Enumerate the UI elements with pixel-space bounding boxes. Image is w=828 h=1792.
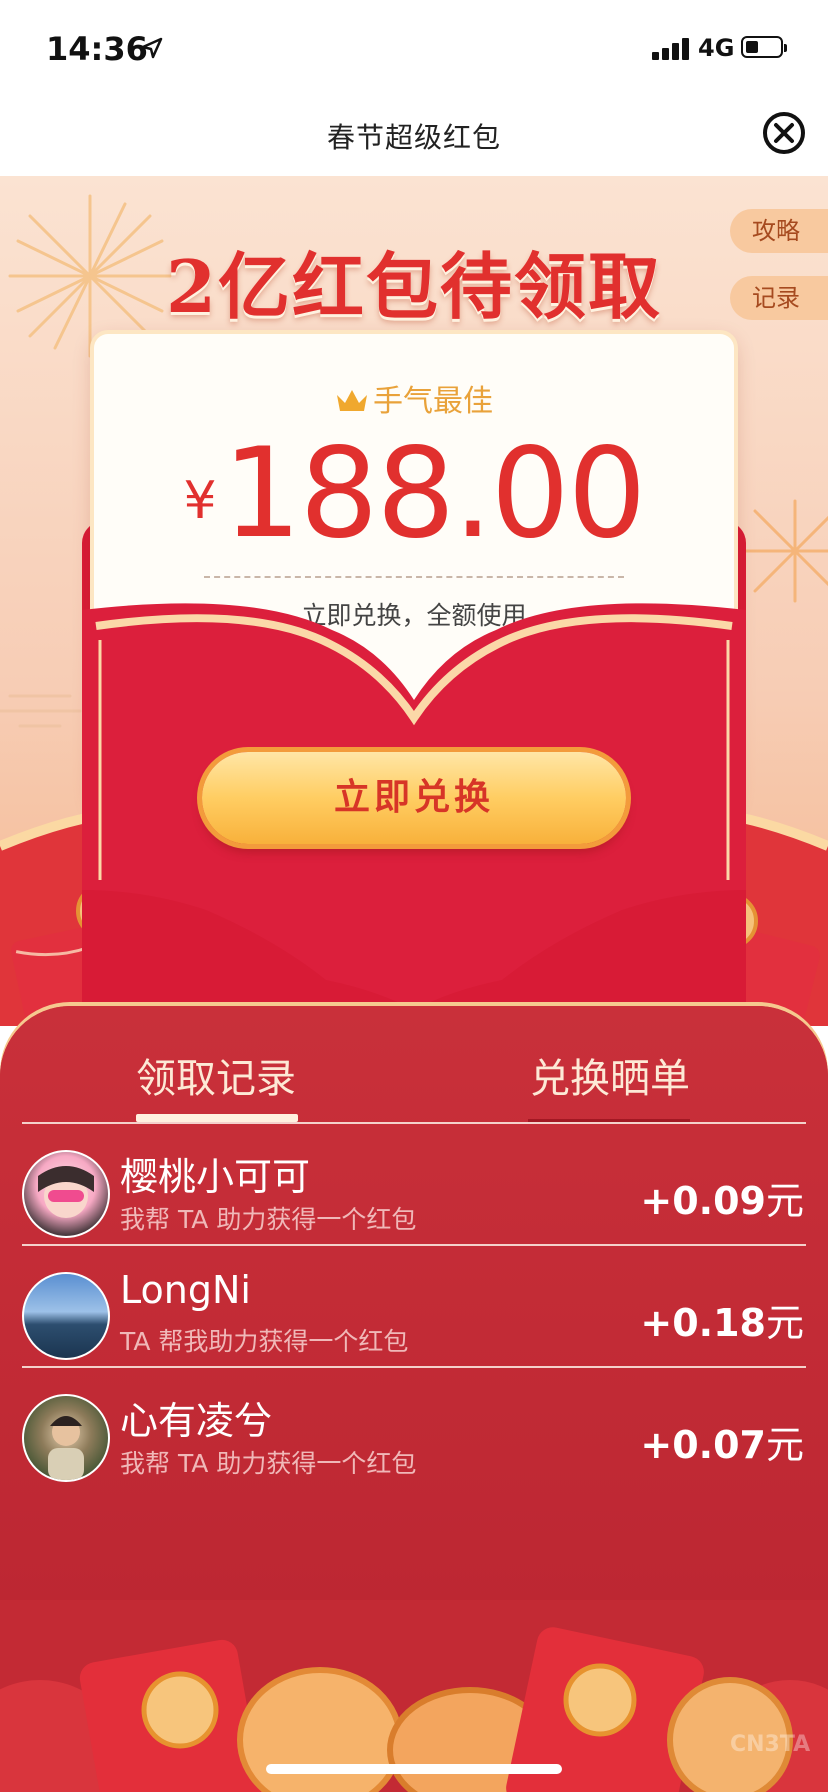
reward-value: +0.18 bbox=[640, 1301, 766, 1345]
firework-decoration-icon bbox=[743, 499, 828, 603]
close-button[interactable] bbox=[763, 112, 805, 154]
close-icon bbox=[774, 123, 794, 143]
reward-unit: 元 bbox=[765, 1423, 804, 1467]
list-item[interactable]: 樱桃小可可 我帮 TA 助力获得一个红包 +0.09元 bbox=[0, 1136, 828, 1256]
divider bbox=[22, 1122, 806, 1124]
cloud-decoration-icon bbox=[0, 694, 82, 728]
amount-value: 188.00 bbox=[222, 422, 647, 566]
location-arrow-icon bbox=[141, 37, 163, 59]
headline: 2亿红包待领取 bbox=[165, 244, 663, 329]
divider bbox=[22, 1244, 806, 1246]
watermark-logo: CN3TA bbox=[730, 1732, 811, 1757]
user-name: 心有凌兮 bbox=[120, 1399, 273, 1443]
signal-icon bbox=[652, 38, 692, 60]
tab-exchange-showcase[interactable]: 兑换晒单 bbox=[530, 1046, 690, 1104]
status-time: 14:36 bbox=[46, 30, 148, 68]
reward-unit: 元 bbox=[765, 1301, 804, 1345]
records-tab[interactable]: 记录 bbox=[730, 276, 828, 320]
reward-amount: +0.07元 bbox=[640, 1414, 804, 1469]
avatar bbox=[22, 1150, 110, 1238]
list-item[interactable]: LongNi TA 帮我助力获得一个红包 +0.18元 bbox=[0, 1258, 828, 1378]
best-luck-badge: 手气最佳 bbox=[94, 376, 734, 420]
nav-bar: 春节超级红包 bbox=[0, 96, 828, 176]
network-type: 4G bbox=[698, 34, 735, 62]
best-luck-label: 手气最佳 bbox=[373, 384, 493, 419]
user-name: 樱桃小可可 bbox=[120, 1155, 311, 1199]
divider bbox=[22, 1366, 806, 1368]
reward-value: +0.09 bbox=[640, 1179, 766, 1223]
currency-symbol: ¥ bbox=[183, 471, 217, 531]
tab-claim-records[interactable]: 领取记录 bbox=[136, 1046, 296, 1104]
record-description: 我帮 TA 助力获得一个红包 bbox=[120, 1205, 417, 1234]
reward-amount: +0.18元 bbox=[640, 1292, 804, 1347]
record-description: 我帮 TA 助力获得一个红包 bbox=[120, 1449, 417, 1478]
user-name: LongNi bbox=[120, 1268, 251, 1312]
page-title: 春节超级红包 bbox=[326, 121, 501, 154]
dashed-divider bbox=[204, 576, 624, 578]
reward-amount: +0.09元 bbox=[640, 1170, 804, 1225]
active-tab-indicator bbox=[136, 1114, 298, 1122]
strategy-tab[interactable]: 攻略 bbox=[730, 209, 828, 253]
prize-amount: ¥188.00 bbox=[94, 422, 734, 566]
battery-icon bbox=[741, 36, 787, 58]
avatar bbox=[22, 1272, 110, 1360]
avatar-image bbox=[48, 1416, 84, 1480]
avatar-image bbox=[38, 1166, 94, 1218]
list-item[interactable]: 心有凌兮 我帮 TA 助力获得一个红包 +0.07元 bbox=[0, 1380, 828, 1500]
reward-value: +0.07 bbox=[640, 1423, 766, 1467]
status-bar: 14:36 4G bbox=[0, 0, 828, 96]
reward-unit: 元 bbox=[765, 1179, 804, 1223]
avatar bbox=[22, 1394, 110, 1482]
home-indicator[interactable] bbox=[266, 1764, 562, 1774]
crown-icon bbox=[337, 390, 367, 411]
record-description: TA 帮我助力获得一个红包 bbox=[120, 1327, 409, 1356]
redeem-now-button[interactable]: 立即兑换 bbox=[202, 752, 626, 844]
